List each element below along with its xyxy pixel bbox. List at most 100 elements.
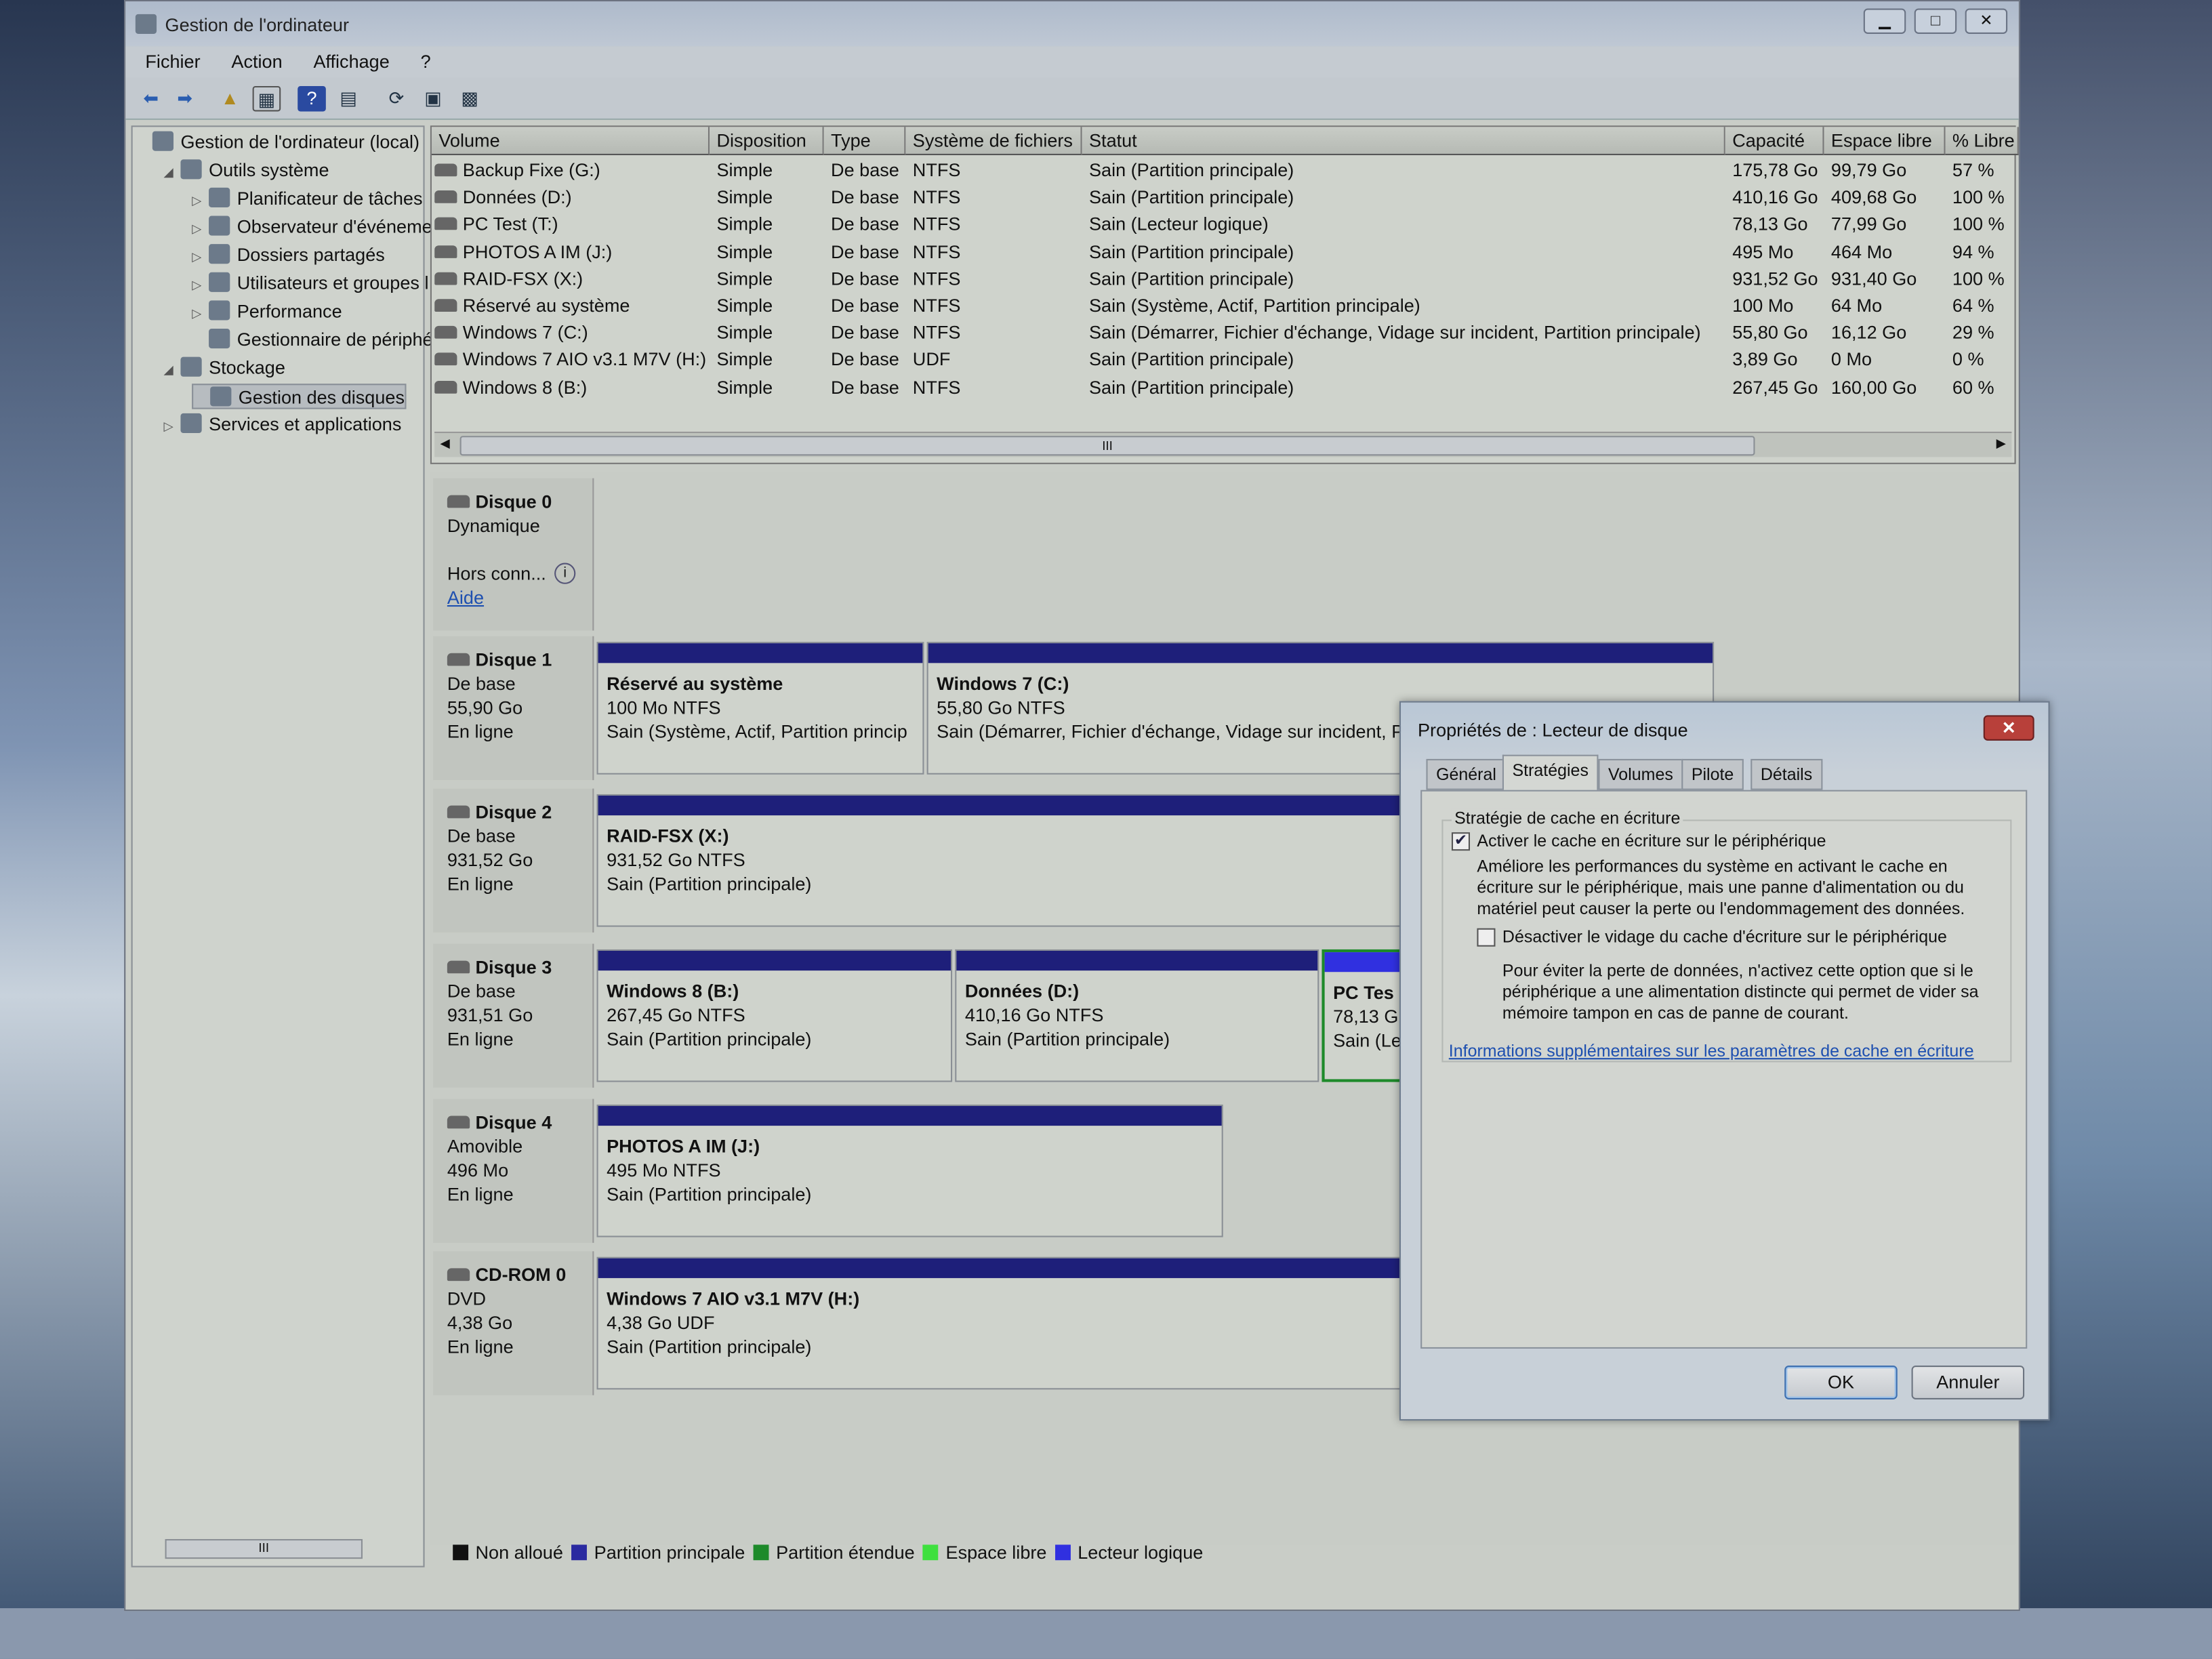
scroll-left-icon[interactable]: ◀: [440, 436, 449, 451]
table-cell: 267,45 Go: [1732, 373, 1825, 401]
menu-fichier[interactable]: Fichier: [125, 47, 211, 72]
cell-text: De base: [831, 295, 899, 316]
cell-text: 100 %: [1952, 268, 2005, 289]
volume-name-cell: Windows 7 (C:): [434, 319, 707, 346]
tree-item[interactable]: Gestion de l'ordinateur (local): [136, 130, 419, 155]
tab-strategies[interactable]: Stratégies: [1502, 754, 1599, 792]
column-header[interactable]: Espace libre: [1824, 127, 1946, 155]
column-header[interactable]: % Libre: [1945, 127, 2019, 155]
expander-icon[interactable]: ▷: [163, 413, 180, 437]
expander-icon[interactable]: ◢: [163, 159, 180, 183]
horizontal-scrollbar[interactable]: ◀ III ▶: [434, 431, 2012, 457]
column-header[interactable]: Disposition: [710, 127, 824, 155]
menu-affichage[interactable]: Affichage: [293, 47, 401, 72]
partition-bar: [598, 1105, 1222, 1126]
disk-label[interactable]: Disque 4 Amovible 496 Mo En ligne: [433, 1099, 594, 1243]
tab-details[interactable]: Détails: [1750, 758, 1822, 790]
table-row[interactable]: PC Test (T:) Simple De base NTFS Sain (Lecte…: [432, 211, 2011, 238]
partition[interactable]: Données (D:) 410,16 Go NTFS Sain (Partitio…: [955, 949, 1319, 1082]
expander-icon[interactable]: ▷: [192, 272, 209, 296]
menu-action[interactable]: Action: [211, 47, 293, 72]
tab-general[interactable]: Général: [1426, 758, 1507, 790]
cancel-button[interactable]: Annuler: [1911, 1365, 2025, 1399]
disk-label[interactable]: Disque 1 De base 55,90 Go En ligne: [433, 636, 594, 781]
scroll-right-icon[interactable]: ▶: [1996, 436, 2006, 451]
table-row[interactable]: Réservé au système Simple De base NTFS Sain …: [432, 292, 2011, 319]
disk-info: En ligne: [447, 873, 514, 895]
tree-item[interactable]: ◢ Outils système: [163, 158, 329, 183]
column-header[interactable]: Type: [823, 127, 906, 155]
cell-text: 99,79 Go: [1830, 159, 1907, 181]
column-header[interactable]: Système de fichiers: [905, 127, 1082, 155]
tree-item[interactable]: ▷ Utilisateurs et groupes l: [192, 271, 428, 296]
menu-help[interactable]: ?: [401, 47, 442, 72]
tree-item[interactable]: Gestionnaire de périphé: [192, 327, 433, 352]
table-row[interactable]: Windows 8 (B:) Simple De base NTFS Sain (Par…: [432, 373, 2011, 401]
table-row[interactable]: Windows 7 AIO v3.1 M7V (H:) Simple De base…: [432, 346, 2011, 373]
tree-item[interactable]: ▷ Performance: [192, 299, 342, 324]
tab-pilote[interactable]: Pilote: [1681, 758, 1744, 790]
table-row[interactable]: RAID-FSX (X:) Simple De base NTFS Sain (Part…: [432, 265, 2011, 292]
tree-horizontal-scrollbar[interactable]: III: [137, 1536, 419, 1561]
disk-info: 55,90 Go: [447, 697, 523, 718]
table-row[interactable]: Backup Fixe (G:) Simple De base NTFS Sain (P…: [432, 157, 2011, 184]
properties-view-icon[interactable]: ▤: [334, 86, 363, 111]
expander-icon[interactable]: ◢: [163, 357, 180, 381]
cell-text: PC Test (T:): [462, 213, 558, 235]
expander-icon[interactable]: ▷: [192, 188, 209, 211]
dialog-close-button[interactable]: ✕: [1983, 715, 2034, 741]
disk-label[interactable]: Disque 2 De base 931,52 Go En ligne: [433, 788, 594, 933]
partition[interactable]: Réservé au système 100 Mo NTFS Sain (Systè…: [596, 642, 924, 775]
partition-size: 495 Mo NTFS: [607, 1160, 721, 1181]
info-icon[interactable]: i: [554, 562, 576, 584]
tree-item[interactable]: ◢ Stockage: [163, 356, 285, 381]
tree-item[interactable]: ▷ Dossiers partagés: [192, 243, 385, 268]
tree-item-label: Dossiers partagés: [237, 244, 385, 266]
scrollbar-thumb[interactable]: III: [459, 436, 1755, 456]
table-cell: Simple: [716, 238, 825, 265]
cell-text: RAID-FSX (X:): [462, 268, 583, 289]
table-cell: Sain (Lecteur logique): [1089, 211, 1727, 238]
settings-icon[interactable]: ▩: [455, 86, 484, 111]
partition[interactable]: PC Tes 78,13 G Sain (Le: [1322, 949, 1407, 1082]
tree-scrollbar-thumb[interactable]: III: [165, 1539, 363, 1559]
disk-label[interactable]: Disque 0 Dynamique Hors conn... Aide i: [433, 478, 594, 631]
export-icon[interactable]: ▣: [419, 86, 447, 111]
disk-label[interactable]: CD-ROM 0 DVD 4,38 Go En ligne: [433, 1251, 594, 1395]
maximize-button[interactable]: □: [1914, 8, 1957, 34]
show-hide-tree-icon[interactable]: ▦: [252, 85, 281, 112]
column-header[interactable]: Volume: [431, 127, 710, 155]
expander-icon[interactable]: ▷: [192, 244, 209, 268]
ok-button[interactable]: OK: [1784, 1365, 1898, 1399]
disable-cache-flush-label[interactable]: Désactiver le vidage du cache d'écriture…: [1502, 927, 1947, 948]
column-header[interactable]: Statut: [1082, 127, 1725, 155]
expander-icon[interactable]: ▷: [192, 216, 209, 239]
back-icon[interactable]: ⬅: [137, 86, 165, 111]
refresh-icon[interactable]: ⟳: [382, 86, 411, 111]
disk-name: Disque 2: [447, 800, 592, 823]
tree-item[interactable]: ▷ Services et applications: [163, 412, 401, 437]
tree-item[interactable]: ▷ Observateur d'événeme: [192, 214, 432, 239]
disk-label[interactable]: Disque 3 De base 931,51 Go En ligne: [433, 943, 594, 1088]
help-icon[interactable]: ?: [298, 85, 326, 112]
forward-icon[interactable]: ➡: [171, 86, 199, 111]
help-link[interactable]: Aide: [447, 586, 592, 609]
expander-icon[interactable]: ▷: [192, 300, 209, 324]
partition[interactable]: PHOTOS A IM (J:) 495 Mo NTFS Sain (Partiti…: [596, 1104, 1223, 1237]
tab-volumes[interactable]: Volumes: [1598, 758, 1683, 790]
minimize-button[interactable]: ▁: [1863, 8, 1906, 34]
partition[interactable]: Windows 8 (B:) 267,45 Go NTFS Sain (Partit…: [596, 949, 953, 1082]
column-header[interactable]: Capacité: [1725, 127, 1824, 155]
more-info-link[interactable]: Informations supplémentaires sur les par…: [1449, 1041, 1974, 1061]
disable-cache-flush-checkbox[interactable]: [1477, 928, 1496, 947]
table-row[interactable]: Windows 7 (C:) Simple De base NTFS Sain (Dém…: [432, 319, 2011, 346]
enable-write-cache-label[interactable]: Activer le cache en écriture sur le péri…: [1477, 831, 1826, 852]
table-row[interactable]: PHOTOS A IM (J:) Simple De base NTFS Sain (P…: [432, 238, 2011, 265]
tree-item[interactable]: ▷ Planificateur de tâches: [192, 186, 423, 211]
table-cell: 77,99 Go: [1831, 211, 1947, 238]
tree-item[interactable]: Gestion des disques: [192, 384, 407, 409]
close-button[interactable]: ✕: [1965, 8, 2008, 34]
table-row[interactable]: Données (D:) Simple De base NTFS Sain (Parti…: [432, 184, 2011, 211]
enable-write-cache-checkbox[interactable]: ✔: [1451, 832, 1471, 851]
up-folder-icon[interactable]: ▲: [216, 86, 244, 111]
